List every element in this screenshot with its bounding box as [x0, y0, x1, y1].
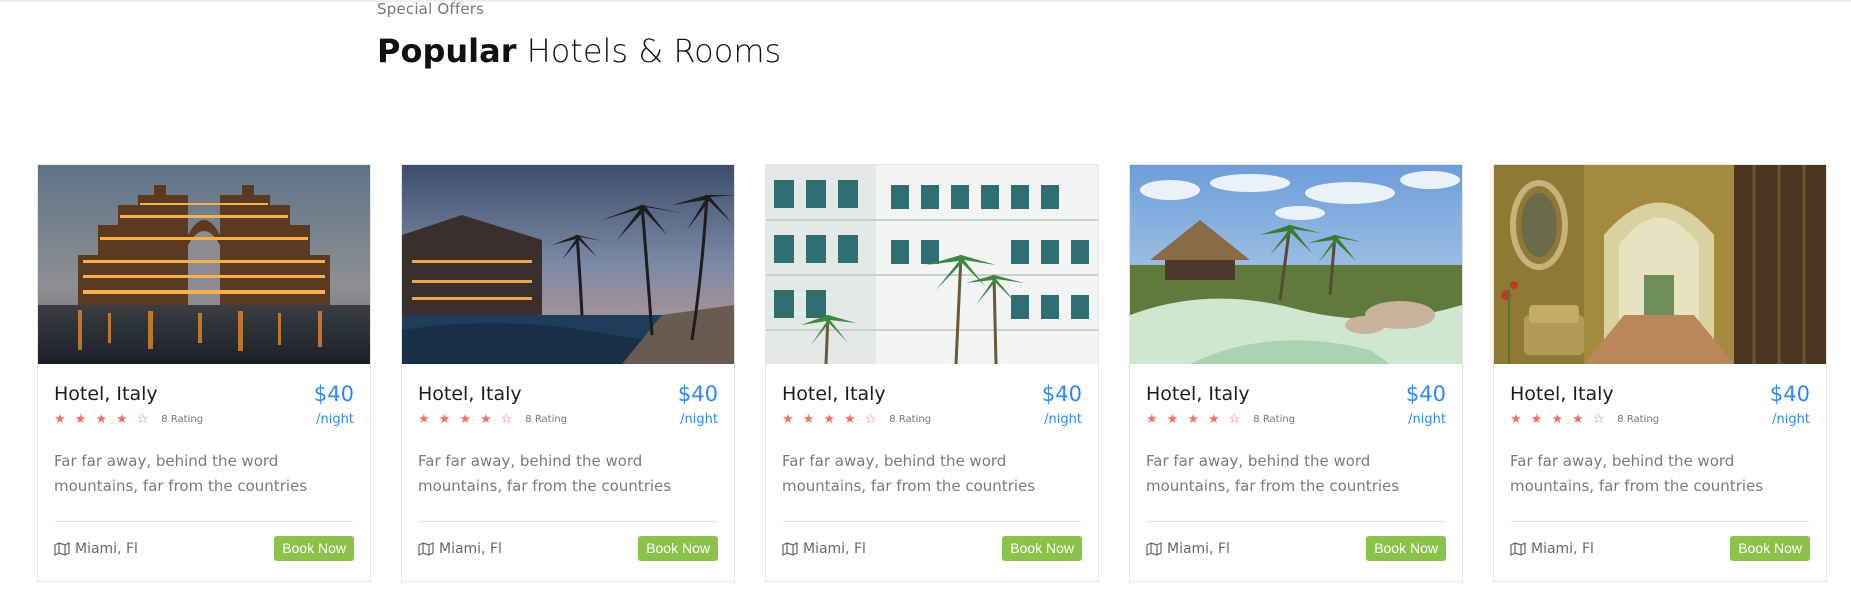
- star-full-icon: ★: [823, 411, 835, 427]
- star-full-icon: ★: [1571, 411, 1584, 427]
- price-unit: /night: [316, 412, 354, 427]
- hotel-price: $40: [1405, 382, 1446, 406]
- divider: [1146, 521, 1446, 522]
- hotel-photo[interactable]: [766, 165, 1098, 364]
- hotel-title[interactable]: Hotel, Italy: [54, 382, 158, 406]
- star-rating: ★ ★ ★ ★ ☆ 8 Rating: [782, 411, 932, 427]
- hotel-description: Far far away, behind the word mountains,…: [54, 452, 308, 495]
- star-full-icon: ★: [1146, 411, 1158, 427]
- hotel-price: $40: [1041, 382, 1082, 406]
- location: Miami, Fl: [54, 541, 138, 557]
- map-icon: [1146, 541, 1162, 556]
- rating-text: 8 Rating: [1253, 414, 1296, 425]
- hotel-photo[interactable]: [402, 165, 734, 364]
- star-full-icon: ★: [1166, 411, 1179, 427]
- star-full-icon: ★: [74, 411, 87, 427]
- book-now-button[interactable]: Book Now: [1002, 536, 1082, 561]
- location: Miami, Fl: [1510, 541, 1594, 557]
- star-full-icon: ★: [438, 411, 451, 427]
- star-empty-icon: ☆: [1592, 411, 1605, 427]
- location: Miami, Fl: [1146, 541, 1230, 557]
- star-full-icon: ★: [418, 411, 430, 427]
- star-full-icon: ★: [95, 411, 107, 427]
- star-rating: ★ ★ ★ ★ ☆ 8 Rating: [54, 411, 204, 427]
- star-full-icon: ★: [1510, 411, 1522, 427]
- divider: [418, 521, 718, 522]
- book-now-button[interactable]: Book Now: [1366, 536, 1446, 561]
- star-rating: ★ ★ ★ ★ ☆ 8 Rating: [418, 411, 568, 427]
- star-full-icon: ★: [479, 411, 492, 427]
- rating-text: 8 Rating: [1617, 414, 1660, 425]
- star-full-icon: ★: [843, 411, 856, 427]
- hotel-card: Hotel, Italy $40 ★ ★ ★ ★ ☆ 8 Rating /nig…: [401, 164, 735, 582]
- rating-text: 8 Rating: [525, 414, 568, 425]
- location-text: Miami, Fl: [1531, 540, 1594, 557]
- star-rating: ★ ★ ★ ★ ☆ 8 Rating: [1510, 411, 1660, 427]
- hotel-description: Far far away, behind the word mountains,…: [418, 452, 672, 495]
- price-unit: /night: [680, 412, 718, 427]
- star-empty-icon: ☆: [500, 411, 513, 427]
- star-full-icon: ★: [115, 411, 128, 427]
- price-unit: /night: [1044, 412, 1082, 427]
- star-full-icon: ★: [1530, 411, 1543, 427]
- map-icon: [418, 541, 434, 556]
- location-text: Miami, Fl: [439, 540, 502, 557]
- section-header: Special Offers Popular Hotels & Rooms: [377, 0, 781, 70]
- hotel-card-list: Hotel, Italy $40 ★ ★ ★ ★ ☆ 8 Rating /nig…: [37, 164, 1829, 582]
- hotel-price: $40: [1769, 382, 1810, 406]
- hotel-title[interactable]: Hotel, Italy: [1146, 382, 1250, 406]
- section-title-rest: Hotels & Rooms: [516, 32, 782, 70]
- divider: [54, 521, 354, 522]
- hotel-card: Hotel, Italy $40 ★ ★ ★ ★ ☆ 8 Rating /nig…: [1493, 164, 1827, 582]
- price-unit: /night: [1772, 412, 1810, 427]
- location-text: Miami, Fl: [75, 540, 138, 557]
- map-icon: [54, 541, 70, 556]
- hotel-photo[interactable]: [38, 165, 370, 364]
- star-empty-icon: ☆: [864, 411, 877, 427]
- star-full-icon: ★: [1207, 411, 1220, 427]
- star-empty-icon: ☆: [1228, 411, 1241, 427]
- star-full-icon: ★: [1551, 411, 1563, 427]
- hotel-card: Hotel, Italy $40 ★ ★ ★ ★ ☆ 8 Rating /nig…: [37, 164, 371, 582]
- hotel-photo[interactable]: [1494, 165, 1826, 364]
- book-now-button[interactable]: Book Now: [274, 536, 354, 561]
- star-full-icon: ★: [54, 411, 66, 427]
- divider: [782, 521, 1082, 522]
- location-text: Miami, Fl: [803, 540, 866, 557]
- hotel-price: $40: [677, 382, 718, 406]
- star-full-icon: ★: [802, 411, 815, 427]
- hotel-title[interactable]: Hotel, Italy: [1510, 382, 1614, 406]
- location-text: Miami, Fl: [1167, 540, 1230, 557]
- hotel-card: Hotel, Italy $40 ★ ★ ★ ★ ☆ 8 Rating /nig…: [1129, 164, 1463, 582]
- location: Miami, Fl: [418, 541, 502, 557]
- hotel-title[interactable]: Hotel, Italy: [418, 382, 522, 406]
- hotel-photo[interactable]: [1130, 165, 1462, 364]
- location: Miami, Fl: [782, 541, 866, 557]
- map-icon: [782, 541, 798, 556]
- section-title: Popular Hotels & Rooms: [377, 32, 781, 70]
- star-rating: ★ ★ ★ ★ ☆ 8 Rating: [1146, 411, 1296, 427]
- star-full-icon: ★: [459, 411, 471, 427]
- section-title-bold: Popular: [377, 32, 517, 70]
- hotel-description: Far far away, behind the word mountains,…: [782, 452, 1036, 495]
- top-border: [0, 0, 1851, 2]
- section-subheading: Special Offers: [377, 0, 485, 18]
- book-now-button[interactable]: Book Now: [638, 536, 718, 561]
- book-now-button[interactable]: Book Now: [1730, 536, 1810, 561]
- hotel-card: Hotel, Italy $40 ★ ★ ★ ★ ☆ 8 Rating /nig…: [765, 164, 1099, 582]
- map-icon: [1510, 541, 1526, 556]
- star-full-icon: ★: [1187, 411, 1199, 427]
- price-unit: /night: [1408, 412, 1446, 427]
- star-empty-icon: ☆: [136, 411, 149, 427]
- star-full-icon: ★: [782, 411, 794, 427]
- hotel-description: Far far away, behind the word mountains,…: [1510, 452, 1764, 495]
- rating-text: 8 Rating: [889, 414, 932, 425]
- hotel-description: Far far away, behind the word mountains,…: [1146, 452, 1400, 495]
- divider: [1510, 521, 1810, 522]
- hotel-price: $40: [313, 382, 354, 406]
- hotel-title[interactable]: Hotel, Italy: [782, 382, 886, 406]
- rating-text: 8 Rating: [161, 414, 204, 425]
